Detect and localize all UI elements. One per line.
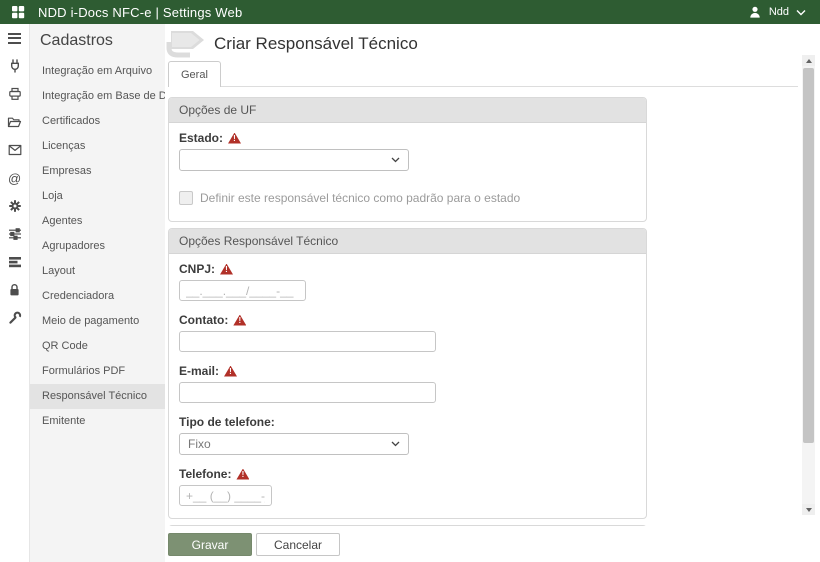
- triangle-down-icon: [806, 508, 812, 512]
- estado-label-row: Estado:: [179, 131, 636, 145]
- printing-nav-button[interactable]: [0, 80, 29, 108]
- vertical-scrollbar[interactable]: [802, 55, 815, 515]
- section-opcoes-responsavel-tecnico: Opções Responsável Técnico CNPJ: Contato…: [168, 228, 647, 519]
- cnpj-label: CNPJ:: [179, 262, 215, 276]
- sidebar-item-layout[interactable]: Layout: [30, 259, 165, 284]
- user-menu[interactable]: Ndd: [748, 5, 806, 19]
- telefone-label: Telefone:: [179, 467, 231, 481]
- telefone-label-row: Telefone:: [179, 467, 636, 481]
- sidebar-item-emitente[interactable]: Emitente: [30, 409, 165, 434]
- sliders-icon: [8, 227, 22, 241]
- hamburger-icon: [8, 33, 21, 44]
- tipo-telefone-select[interactable]: Fixo: [179, 433, 409, 455]
- chevron-down-icon: [796, 9, 806, 16]
- gear-icon: [8, 199, 22, 213]
- sidebar-item-certificados[interactable]: Certificados: [30, 109, 165, 134]
- printer-icon: [8, 87, 22, 101]
- required-warning-icon: [224, 366, 237, 377]
- wrench-icon: [8, 311, 22, 325]
- section-title: Opções Responsável Técnico: [169, 229, 646, 254]
- integrations-nav-button[interactable]: [0, 52, 29, 80]
- settings-nav-button[interactable]: [0, 192, 29, 220]
- required-warning-icon: [228, 133, 241, 144]
- email-input[interactable]: [179, 382, 436, 403]
- required-warning-icon: [233, 315, 246, 326]
- layout-list-icon: [8, 256, 22, 268]
- sidebar-item-credenciadora[interactable]: Credenciadora: [30, 284, 165, 309]
- sidebar-menu: Cadastros Integração em Arquivo Integraç…: [30, 24, 165, 562]
- sidebar-header: Cadastros: [30, 24, 165, 59]
- section-opcoes-de-uf: Opções de UF Estado: D: [168, 97, 647, 222]
- scrollbar-thumb[interactable]: [803, 68, 814, 443]
- security-nav-button[interactable]: [0, 276, 29, 304]
- estado-select[interactable]: [179, 149, 409, 171]
- sidebar-item-integracao-em-base-de-dados[interactable]: Integração em Base de Dados: [30, 84, 165, 109]
- page-header: Criar Responsável Técnico: [165, 26, 418, 62]
- cnpj-input[interactable]: [179, 280, 306, 301]
- cancel-button[interactable]: Cancelar: [256, 533, 340, 556]
- sidebar-item-responsavel-tecnico[interactable]: Responsável Técnico: [30, 384, 165, 409]
- estado-label: Estado:: [179, 131, 223, 145]
- app-grid-button[interactable]: [5, 0, 31, 24]
- cadastros-nav-button[interactable]: [0, 108, 29, 136]
- form-panel: Opções de UF Estado: D: [168, 86, 798, 526]
- section-title: Opções de UF: [169, 98, 646, 123]
- main-content: Criar Responsável Técnico Geral Opções d…: [165, 24, 820, 562]
- tools-nav-button[interactable]: [0, 304, 29, 332]
- envelope-icon: [8, 144, 22, 156]
- sidebar-item-empresas[interactable]: Empresas: [30, 159, 165, 184]
- document-pages-icon: [165, 28, 209, 60]
- page-title: Criar Responsável Técnico: [214, 34, 418, 54]
- sidebar-item-formularios-pdf[interactable]: Formulários PDF: [30, 359, 165, 384]
- save-button[interactable]: Gravar: [168, 533, 252, 556]
- sidebar-item-loja[interactable]: Loja: [30, 184, 165, 209]
- email-settings-nav-button[interactable]: @: [0, 164, 29, 192]
- email-label-row: E-mail:: [179, 364, 636, 378]
- sidebar-item-qr-code[interactable]: QR Code: [30, 334, 165, 359]
- sidebar-item-agentes[interactable]: Agentes: [30, 209, 165, 234]
- at-icon: @: [7, 171, 22, 186]
- topbar: NDD i-Docs NFC-e | Settings Web Ndd: [0, 0, 820, 24]
- cnpj-label-row: CNPJ:: [179, 262, 636, 276]
- sidebar-item-meio-de-pagamento[interactable]: Meio de pagamento: [30, 309, 165, 334]
- scroll-up-button[interactable]: [802, 55, 815, 66]
- sidebar-item-integracao-em-arquivo[interactable]: Integração em Arquivo: [30, 59, 165, 84]
- form-actions: Gravar Cancelar: [168, 533, 340, 556]
- contato-label: Contato:: [179, 313, 228, 327]
- preferences-nav-button[interactable]: [0, 220, 29, 248]
- contato-label-row: Contato:: [179, 313, 636, 327]
- required-warning-icon: [236, 469, 249, 480]
- tipo-telefone-label-row: Tipo de telefone:: [179, 415, 636, 429]
- grid-icon: [11, 5, 25, 19]
- telefone-input[interactable]: [179, 485, 272, 506]
- contato-input[interactable]: [179, 331, 436, 352]
- lock-icon: [8, 283, 21, 297]
- sidebar-item-agrupadores[interactable]: Agrupadores: [30, 234, 165, 259]
- tab-geral[interactable]: Geral: [168, 61, 221, 87]
- sidebar-icon-strip: @: [0, 24, 30, 562]
- sidebar-item-licencas[interactable]: Licenças: [30, 134, 165, 159]
- triangle-up-icon: [806, 59, 812, 63]
- menu-toggle-button[interactable]: [0, 24, 29, 52]
- scroll-down-button[interactable]: [802, 504, 815, 515]
- user-icon: [748, 5, 762, 19]
- tipo-telefone-label: Tipo de telefone:: [179, 415, 275, 429]
- tipo-telefone-select-value: Fixo: [188, 437, 211, 451]
- section-opcoes-de-csrt: Opções de CSRT Identificador:: [168, 525, 647, 526]
- svg-text:@: @: [8, 171, 21, 186]
- plug-icon: [8, 59, 22, 73]
- user-name: Ndd: [769, 6, 789, 18]
- default-for-state-checkbox[interactable]: [179, 191, 193, 205]
- layout-nav-button[interactable]: [0, 248, 29, 276]
- required-warning-icon: [220, 264, 233, 275]
- mail-nav-button[interactable]: [0, 136, 29, 164]
- app-title: NDD i-Docs NFC-e | Settings Web: [38, 5, 242, 20]
- email-label: E-mail:: [179, 364, 219, 378]
- default-for-state-label: Definir este responsável técnico como pa…: [200, 191, 520, 205]
- folder-open-icon: [7, 115, 22, 129]
- select-chevron-icon: [391, 441, 400, 447]
- select-chevron-icon: [391, 157, 400, 163]
